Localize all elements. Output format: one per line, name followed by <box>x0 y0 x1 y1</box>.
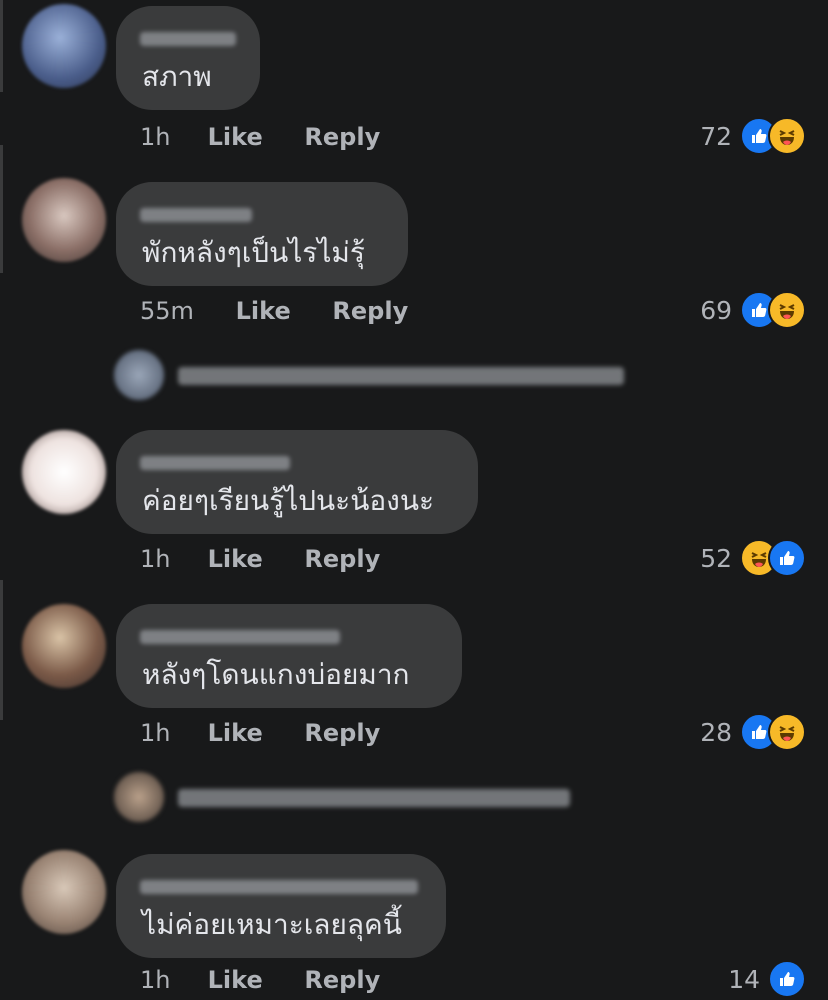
comment-text: พักหลังๆเป็นไรไม่รุ้ <box>142 236 365 269</box>
reply-button[interactable]: Reply <box>332 291 408 331</box>
thread-line <box>0 145 3 273</box>
like-button[interactable]: Like <box>208 117 263 157</box>
reply-button[interactable]: Reply <box>304 117 380 157</box>
timestamp[interactable]: 1h <box>140 713 200 753</box>
avatar[interactable] <box>22 850 106 934</box>
reaction-summary[interactable]: 69 <box>700 290 806 330</box>
comment-bubble: สภาพ <box>116 6 260 110</box>
like-button[interactable]: Like <box>208 960 263 1000</box>
timestamp[interactable]: 1h <box>140 117 200 157</box>
comment-bubble: หลังๆโดนแกงบ่อยมาก <box>116 604 462 708</box>
reaction-count: 14 <box>728 964 760 994</box>
reply-avatar <box>114 772 164 822</box>
author-name[interactable] <box>140 630 340 644</box>
comment-bubble: ค่อยๆเรียนรู้ไปนะน้องนะ <box>116 430 478 534</box>
avatar[interactable] <box>22 604 106 688</box>
reply-button[interactable]: Reply <box>304 960 380 1000</box>
comment-actions: 1h Like Reply <box>140 713 380 753</box>
avatar[interactable] <box>22 430 106 514</box>
avatar[interactable] <box>22 4 106 88</box>
author-name[interactable] <box>140 208 252 222</box>
haha-reaction-icon <box>768 291 806 329</box>
like-button[interactable]: Like <box>236 291 291 331</box>
comment-actions: 1h Like Reply <box>140 117 380 157</box>
like-button[interactable]: Like <box>208 713 263 753</box>
comment-actions: 55m Like Reply <box>140 291 408 331</box>
reaction-count: 69 <box>700 295 732 325</box>
reaction-count: 28 <box>700 717 732 747</box>
thread-line <box>0 580 3 720</box>
reaction-summary[interactable]: 72 <box>700 116 806 156</box>
like-reaction-icon <box>768 960 806 998</box>
haha-reaction-icon <box>768 713 806 751</box>
haha-reaction-icon <box>768 117 806 155</box>
author-name[interactable] <box>140 32 236 46</box>
comment-actions: 1h Like Reply <box>140 539 380 579</box>
comment-bubble: ไม่ค่อยเหมาะเลยลุคนี้ <box>116 854 446 958</box>
timestamp[interactable]: 1h <box>140 539 200 579</box>
comment-actions: 1h Like Reply <box>140 960 380 1000</box>
thread-line <box>0 0 3 92</box>
comment-text: สภาพ <box>142 60 212 93</box>
comment-text: ค่อยๆเรียนรู้ไปนะน้องนะ <box>142 484 435 517</box>
reply-button[interactable]: Reply <box>304 713 380 753</box>
reaction-count: 72 <box>700 121 732 151</box>
comment-bubble: พักหลังๆเป็นไรไม่รุ้ <box>116 182 408 286</box>
author-name[interactable] <box>140 456 290 470</box>
reaction-summary[interactable]: 28 <box>700 712 806 752</box>
timestamp[interactable]: 1h <box>140 960 200 1000</box>
reaction-summary[interactable]: 52 <box>700 538 806 578</box>
replies-summary <box>178 367 624 385</box>
like-reaction-icon <box>768 539 806 577</box>
timestamp[interactable]: 55m <box>140 291 228 331</box>
comment-text: ไม่ค่อยเหมาะเลยลุคนี้ <box>142 908 402 941</box>
reaction-summary[interactable]: 14 <box>728 959 806 999</box>
reply-button[interactable]: Reply <box>304 539 380 579</box>
replies-summary <box>178 789 570 807</box>
comment-text: หลังๆโดนแกงบ่อยมาก <box>142 658 410 691</box>
reaction-count: 52 <box>700 543 732 573</box>
like-button[interactable]: Like <box>208 539 263 579</box>
author-name[interactable] <box>140 880 418 894</box>
avatar[interactable] <box>22 178 106 262</box>
reply-avatar <box>114 350 164 400</box>
